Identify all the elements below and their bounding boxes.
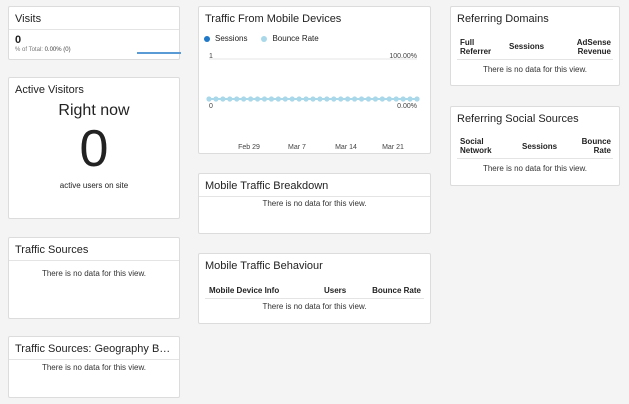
data-point-bounce-rate [303,96,309,102]
data-point-bounce-rate [296,96,302,102]
left-axis-tick: 0 [209,103,213,110]
data-point-bounce-rate [345,96,351,102]
data-point-bounce-rate [365,96,372,102]
active-visitors-count: 0 [79,120,109,178]
data-point-bounce-rate [331,96,337,102]
chart-legend: Sessions Bounce Rate [204,34,319,43]
data-point-bounce-rate [372,96,378,102]
active-visitors-heading: Right now [58,102,130,119]
traffic-sources-card: Traffic Sources There is no data for thi… [8,237,180,319]
active-visitors-caption: active users on site [59,181,129,190]
data-point-bounce-rate [206,96,212,102]
mobile-breakdown-empty: There is no data for this view. [262,199,367,208]
data-point-bounce-rate [379,96,385,102]
traffic-sources-title: Traffic Sources [9,238,179,261]
mobile-behaviour-title: Mobile Traffic Behaviour [205,260,323,272]
data-point-bounce-rate [400,96,406,102]
legend-item-bounce-rate[interactable]: Bounce Rate [261,34,319,43]
visits-card: Visits 0 % of Total: 0.00% (0) [8,6,181,60]
visits-total: % of Total: 0.00% (0) [15,47,71,53]
data-point-bounce-rate [386,96,392,102]
header-divider [457,59,613,60]
x-axis-tick: Mar 14 [335,144,357,151]
legend-dot-bounce-rate [261,35,268,42]
data-point-bounce-rate [358,96,365,102]
referring-domains-empty: There is no data for this view. [482,65,588,74]
header-divider [457,158,613,159]
column-header-users[interactable]: Users [324,286,346,295]
data-point-bounce-rate [289,96,295,102]
data-point-bounce-rate [234,96,240,102]
data-point-bounce-rate [254,96,261,102]
social-sources-empty: There is no data for this view. [482,164,588,173]
data-point-bounce-rate [213,96,219,102]
data-point-bounce-rate [352,96,358,102]
visits-sparkline [137,52,181,54]
right-axis-tick: 100.00% [389,53,417,60]
visits-total-prefix: % of Total: [15,47,43,53]
visits-total-value: 0.00% (0) [44,47,71,53]
data-point-bounce-rate [248,96,254,102]
data-point-bounce-rate [275,96,281,102]
column-header-bounce-rate[interactable]: Bounce Rate [372,286,421,295]
data-point-bounce-rate [268,96,274,102]
geography-title: Traffic Sources: Geography Breakd... [9,337,179,360]
column-header-bounce-rate[interactable]: Bounce Rate [582,137,611,155]
legend-label-bounce-rate: Bounce Rate [272,34,319,43]
column-header-sessions[interactable]: Sessions [522,142,557,151]
referring-domains-card: Referring Domains Full Referrer Sessions… [450,6,620,86]
geography-empty: There is no data for this view. [41,363,147,372]
left-axis-tick: 1 [209,53,213,60]
visits-value: 0 [15,34,22,46]
mobile-traffic-chart: 1 0 100.00% 0.00% Feb 29 Mar 7 Mar 14 Mar 21 [206,53,420,151]
data-point-bounce-rate [407,96,413,102]
mobile-breakdown-card: Mobile Traffic Breakdown There is no dat… [198,173,431,234]
data-point-bounce-rate [310,96,316,102]
legend-item-sessions[interactable]: Sessions [204,34,247,43]
right-axis-tick: 0.00% [397,103,417,110]
active-visitors-title: Active Visitors [15,84,84,96]
x-axis-tick: Mar 7 [288,144,306,151]
legend-dot-sessions [204,35,210,42]
column-header-social-network[interactable]: Social Network [460,137,492,155]
social-sources-title: Referring Social Sources [457,113,579,125]
active-visitors-card: Active Visitors Right now 0 active users… [8,77,180,219]
data-point-bounce-rate [220,96,226,102]
data-point-bounce-rate [414,96,420,102]
data-point-bounce-rate [241,96,247,102]
mobile-breakdown-title: Mobile Traffic Breakdown [199,174,430,197]
data-point-bounce-rate [393,96,399,102]
social-sources-card: Referring Social Sources Social Network … [450,106,620,186]
data-point-bounce-rate [227,96,233,102]
legend-label-sessions: Sessions [215,34,248,43]
column-header-device-info[interactable]: Mobile Device Info [209,286,279,295]
x-axis-tick: Mar 21 [382,144,404,151]
data-point-bounce-rate [324,96,330,102]
visits-title: Visits [9,7,179,30]
data-point-bounce-rate [261,96,268,102]
traffic-sources-empty: There is no data for this view. [41,269,147,278]
mobile-traffic-card: Traffic From Mobile Devices Sessions Bou… [198,6,431,154]
mobile-behaviour-card: Mobile Traffic Behaviour Mobile Device I… [198,253,431,324]
data-point-bounce-rate [282,96,288,102]
column-header-sessions[interactable]: Sessions [509,42,544,51]
referring-domains-title: Referring Domains [457,13,549,25]
data-point-bounce-rate [317,96,323,102]
column-header-full-referrer[interactable]: Full Referrer [460,38,491,56]
header-divider [205,298,424,299]
mobile-traffic-title: Traffic From Mobile Devices [205,13,342,25]
geography-card: Traffic Sources: Geography Breakd... The… [8,336,180,398]
x-axis-tick: Feb 29 [238,144,260,151]
mobile-behaviour-empty: There is no data for this view. [262,302,367,311]
column-header-adsense-revenue[interactable]: AdSense Revenue [577,38,611,56]
data-point-bounce-rate [338,96,344,102]
